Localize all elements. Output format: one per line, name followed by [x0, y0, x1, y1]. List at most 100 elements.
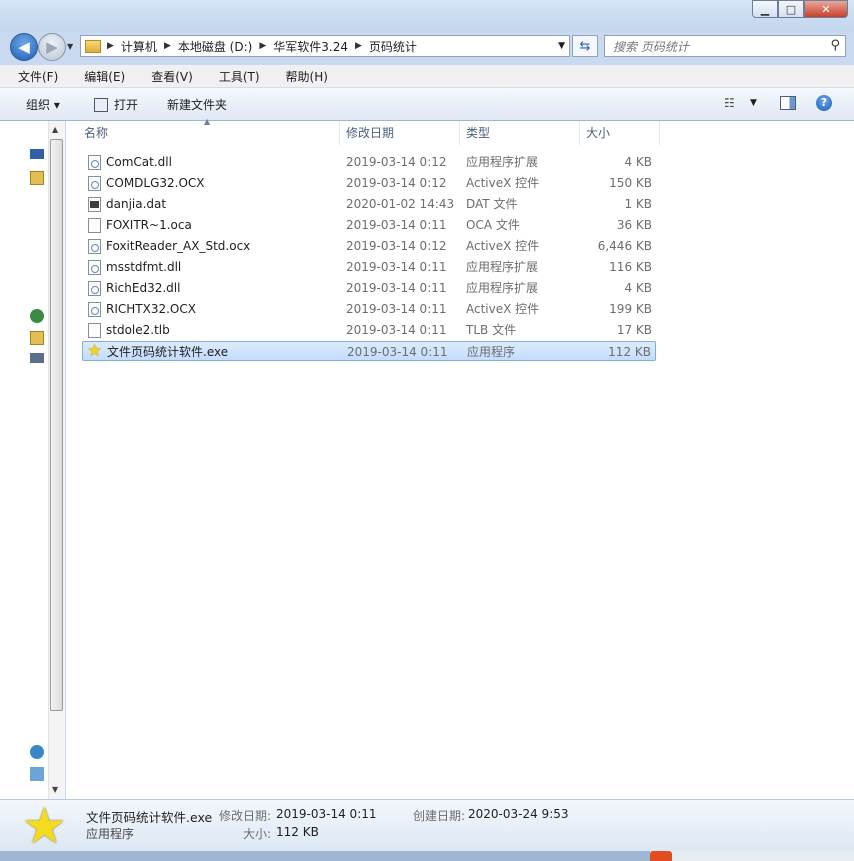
file-icon: [88, 323, 101, 338]
file-name: FOXITR~1.oca: [106, 218, 192, 232]
chevron-right-icon[interactable]: ▶: [162, 41, 173, 51]
arrow-left-icon: ◀: [18, 38, 30, 56]
menu-file[interactable]: 文件(F): [0, 68, 66, 85]
nav-pane-scrollbar[interactable]: ▲ ▼: [48, 121, 65, 799]
folder-icon[interactable]: [30, 171, 44, 185]
file-type: 应用程序扩展: [466, 281, 539, 295]
menu-help[interactable]: 帮助(H): [268, 68, 336, 85]
file-date: 2019-03-14 0:12: [346, 155, 447, 169]
globe-icon[interactable]: [30, 745, 44, 759]
file-date: 2019-03-14 0:11: [346, 302, 447, 316]
file-row[interactable]: danjia.dat 2020-01-02 14:43 DAT 文件 1 KB: [82, 194, 656, 214]
address-dropdown[interactable]: ▼: [558, 41, 565, 51]
file-type: ActiveX 控件: [466, 302, 540, 316]
breadcrumb-current-folder[interactable]: 页码统计: [364, 38, 422, 55]
recent-pages-dropdown[interactable]: ▼: [67, 42, 73, 51]
address-bar[interactable]: ▶ 计算机 ▶ 本地磁盘 (D:) ▶ 华军软件3.24 ▶ 页码统计 ▼: [80, 35, 570, 57]
file-size: 36 KB: [616, 218, 652, 232]
file-type: 应用程序: [467, 345, 516, 359]
chevron-right-icon[interactable]: ▶: [353, 41, 364, 51]
scrollbar-thumb[interactable]: [50, 139, 63, 711]
open-button[interactable]: 打开: [94, 96, 138, 113]
organize-button[interactable]: 组织 ▾: [26, 96, 60, 113]
menu-edit[interactable]: 编辑(E): [66, 68, 133, 85]
details-pane: ★ 文件页码统计软件.exe 应用程序 修改日期: 2019-03-14 0:1…: [0, 799, 854, 852]
file-size: 17 KB: [616, 323, 652, 337]
help-icon[interactable]: ?: [816, 95, 832, 111]
file-type: TLB 文件: [466, 323, 517, 337]
menu-tools[interactable]: 工具(T): [201, 68, 268, 85]
column-header-date[interactable]: 修改日期: [340, 121, 460, 145]
view-dropdown[interactable]: ▼: [750, 98, 757, 108]
system-file-icon: [88, 176, 101, 191]
drive-icon[interactable]: [30, 353, 44, 363]
file-row[interactable]: RICHTX32.OCX 2019-03-14 0:11 ActiveX 控件 199…: [82, 299, 656, 319]
file-name: RichEd32.dll: [106, 281, 181, 295]
scroll-up-icon[interactable]: ▲: [52, 125, 58, 134]
details-size-label: 大小:: [243, 827, 272, 841]
file-row[interactable]: msstdfmt.dll 2019-03-14 0:11 应用程序扩展 116 KB: [82, 257, 656, 277]
open-icon: [94, 97, 108, 112]
file-type: ActiveX 控件: [466, 176, 540, 190]
chevron-right-icon[interactable]: ▶: [257, 41, 268, 51]
drive-icon[interactable]: [30, 767, 44, 781]
breadcrumb-huajun[interactable]: 华军软件3.24: [268, 38, 353, 55]
scroll-down-icon[interactable]: ▼: [52, 785, 58, 794]
folder-icon[interactable]: [30, 331, 44, 345]
new-folder-button[interactable]: 新建文件夹: [167, 96, 227, 113]
file-row[interactable]: stdole2.tlb 2019-03-14 0:11 TLB 文件 17 KB: [82, 320, 656, 340]
details-size-value: 112 KB: [276, 825, 319, 839]
app-star-icon: ★: [87, 341, 103, 361]
file-size: 4 KB: [624, 155, 652, 169]
network-icon[interactable]: [30, 309, 44, 323]
breadcrumb-local-disk[interactable]: 本地磁盘 (D:): [173, 38, 257, 55]
maximize-button[interactable]: □: [778, 0, 804, 18]
details-modified-label: 修改日期:: [219, 809, 272, 823]
breadcrumb-computer[interactable]: 计算机: [116, 38, 162, 55]
arrow-right-icon: ▶: [46, 38, 58, 56]
file-row[interactable]: COMDLG32.OCX 2019-03-14 0:12 ActiveX 控件 150…: [82, 173, 656, 193]
search-icon[interactable]: ⚲: [830, 38, 840, 53]
search-box: ⚲: [604, 35, 846, 57]
open-label: 打开: [114, 98, 139, 112]
minimize-button[interactable]: ▁: [752, 0, 778, 18]
preview-pane-icon[interactable]: [780, 96, 796, 110]
menu-bar: 文件(F) 编辑(E) 查看(V) 工具(T) 帮助(H): [0, 65, 854, 88]
file-list: ▲ 名称 修改日期 类型 大小 ComCat.dll 2019-03-14 0:1…: [66, 117, 854, 799]
menu-view[interactable]: 查看(V): [133, 68, 201, 85]
file-row[interactable]: FoxitReader_AX_Std.ocx 2019-03-14 0:12 Act…: [82, 236, 656, 256]
details-created-label: 创建日期:: [413, 809, 466, 823]
refresh-icon: ⇆: [579, 38, 591, 54]
file-row[interactable]: FOXITR~1.oca 2019-03-14 0:11 OCA 文件 36 KB: [82, 215, 656, 235]
column-header-size[interactable]: 大小: [580, 121, 660, 145]
computer-icon[interactable]: [30, 149, 44, 159]
file-name: RICHTX32.OCX: [106, 302, 196, 316]
file-date: 2019-03-14 0:11: [346, 281, 447, 295]
system-file-icon: [88, 239, 101, 254]
forward-button[interactable]: ▶: [38, 33, 66, 61]
file-name: stdole2.tlb: [106, 323, 170, 337]
folder-icon: [85, 39, 101, 53]
file-row[interactable]: ComCat.dll 2019-03-14 0:12 应用程序扩展 4 KB: [82, 152, 656, 172]
file-date: 2019-03-14 0:11: [346, 260, 447, 274]
file-row[interactable]: ★ 文件页码统计软件.exe 2019-03-14 0:11 应用程序 112 KB: [82, 341, 656, 361]
file-size: 4 KB: [624, 281, 652, 295]
refresh-button[interactable]: ⇆: [572, 35, 598, 57]
search-input[interactable]: [611, 37, 825, 57]
file-name: FoxitReader_AX_Std.ocx: [106, 239, 251, 253]
file-date: 2019-03-14 0:11: [346, 218, 447, 232]
navigation-row: ◀ ▶ ▼ ▶ 计算机 ▶ 本地磁盘 (D:) ▶ 华军软件3.24 ▶ 页码统…: [0, 32, 854, 62]
column-header-name[interactable]: 名称: [66, 121, 340, 145]
details-file-type: 应用程序: [86, 827, 135, 841]
chevron-right-icon[interactable]: ▶: [105, 41, 116, 51]
file-type: DAT 文件: [466, 197, 518, 211]
file-date: 2019-03-14 0:11: [347, 345, 448, 359]
file-size: 150 KB: [609, 176, 652, 190]
close-button[interactable]: ✕: [804, 0, 848, 18]
file-row[interactable]: RichEd32.dll 2019-03-14 0:11 应用程序扩展 4 KB: [82, 278, 656, 298]
column-header-type[interactable]: 类型: [460, 121, 580, 145]
back-button[interactable]: ◀: [10, 33, 38, 61]
file-name: COMDLG32.OCX: [106, 176, 205, 190]
view-options-icon[interactable]: ☷: [724, 96, 735, 110]
tray-app-icon[interactable]: [650, 851, 672, 861]
